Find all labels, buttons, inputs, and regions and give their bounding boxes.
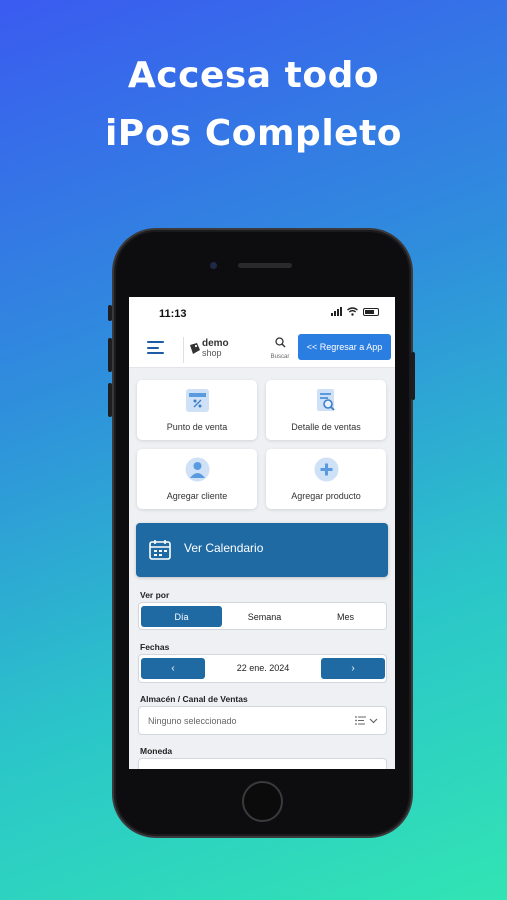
headline-line-2: iPos Completo [104, 113, 403, 154]
list-filter-icon [355, 716, 366, 725]
headline-line-1: Accesa todo [127, 55, 380, 96]
date-navigator: ‹ 22 ene. 2024 › [138, 654, 387, 683]
warehouse-select[interactable]: Ninguno seleccionado [138, 706, 387, 735]
battery-icon [363, 307, 379, 316]
header-divider [183, 337, 184, 363]
demo-shop-logo: demo shop [188, 338, 238, 360]
warehouse-label: Almacén / Canal de Ventas [140, 694, 248, 704]
logo-word-shop: shop [202, 348, 222, 358]
percent-tag-icon [186, 389, 209, 412]
document-search-icon [317, 389, 335, 411]
next-date-button[interactable]: › [321, 658, 385, 679]
earpiece-speaker [238, 263, 292, 268]
front-camera [210, 262, 217, 269]
view-calendar-label: Ver Calendario [184, 541, 264, 555]
user-icon [185, 457, 210, 482]
view-calendar-button[interactable]: Ver Calendario [136, 523, 388, 577]
previous-date-button[interactable]: ‹ [141, 658, 205, 679]
mute-switch [108, 305, 112, 321]
view-by-month-option[interactable]: Mes [305, 606, 386, 627]
volume-up-button [108, 338, 112, 372]
wifi-icon [347, 307, 358, 316]
point-of-sale-label: Punto de venta [166, 422, 228, 432]
sales-detail-card[interactable]: Detalle de ventas [266, 380, 386, 440]
view-by-segmented-control: Día Semana Mes [138, 602, 387, 630]
calendar-icon [149, 540, 171, 560]
sales-detail-label: Detalle de ventas [291, 422, 361, 432]
currency-label: Moneda [140, 746, 173, 756]
view-by-week-option[interactable]: Semana [224, 606, 305, 627]
status-bar: 11:13 [129, 297, 395, 331]
power-button [411, 352, 415, 400]
plus-circle-icon [314, 457, 339, 482]
signal-icon [331, 307, 342, 316]
current-date: 22 ene. 2024 [236, 663, 290, 673]
home-button[interactable] [242, 781, 283, 822]
search-button[interactable]: Buscar [267, 335, 293, 360]
point-of-sale-card[interactable]: Punto de venta [137, 380, 257, 440]
view-by-label: Ver por [140, 590, 170, 600]
status-time: 11:13 [159, 308, 187, 320]
back-to-app-button[interactable]: << Regresar a App [298, 334, 391, 360]
volume-down-button [108, 383, 112, 417]
add-product-card[interactable]: Agregar producto [266, 449, 386, 509]
app-screen: 11:13 demo shop Buscar << Regresar a App… [129, 297, 395, 769]
view-by-day-option[interactable]: Día [141, 606, 222, 627]
hamburger-menu-icon[interactable] [147, 341, 164, 358]
search-icon [274, 337, 285, 348]
chevron-down-icon [369, 718, 378, 724]
search-label: Buscar [270, 354, 290, 360]
app-header: demo shop Buscar << Regresar a App [129, 331, 395, 368]
currency-select[interactable] [138, 758, 387, 769]
dates-label: Fechas [140, 642, 170, 652]
warehouse-placeholder: Ninguno seleccionado [148, 716, 237, 726]
add-product-label: Agregar producto [291, 491, 361, 501]
shopping-tag-icon [190, 343, 200, 354]
add-customer-label: Agregar cliente [166, 491, 228, 501]
add-customer-card[interactable]: Agregar cliente [137, 449, 257, 509]
